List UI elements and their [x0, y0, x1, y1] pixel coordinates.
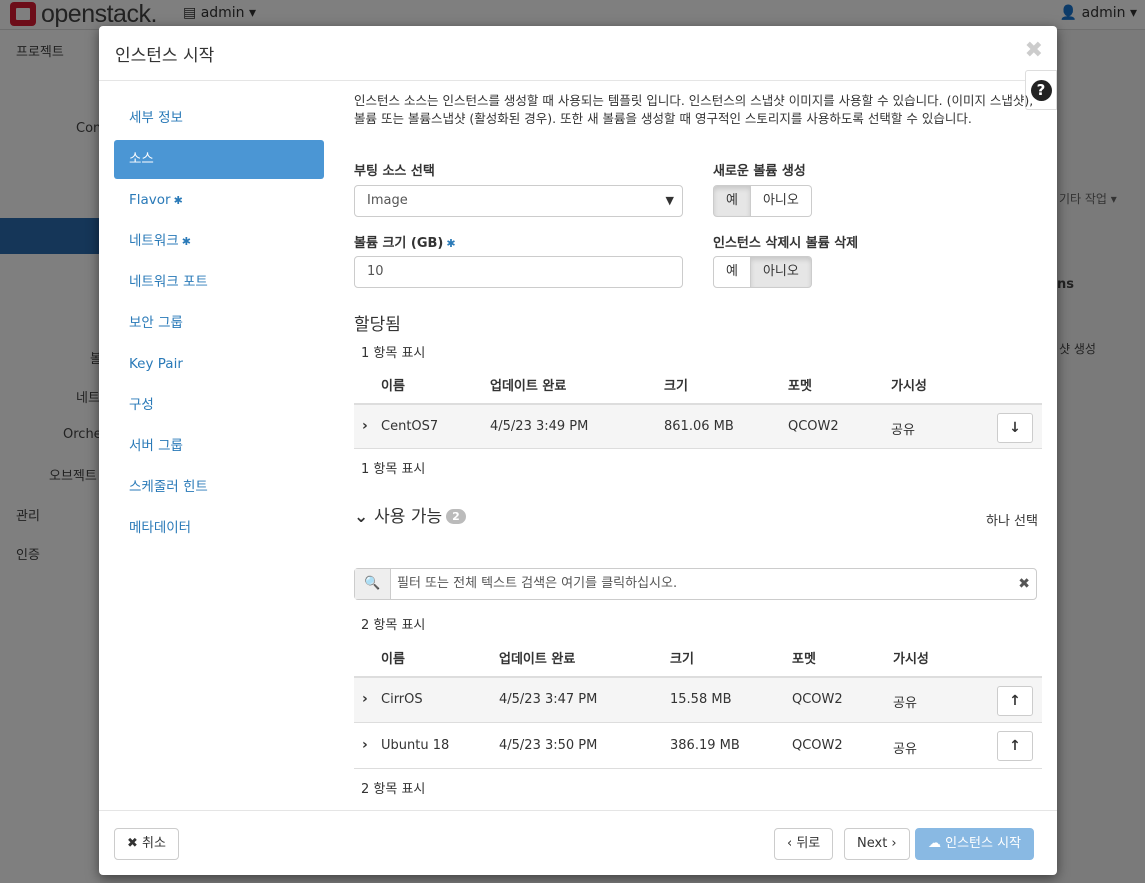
delete-volume-label: 인스턴스 삭제시 볼륨 삭제: [713, 236, 859, 251]
volume-size-input[interactable]: 10: [354, 256, 683, 288]
nav-item-networks[interactable]: 네트워크 ✱: [114, 221, 324, 262]
chevron-right-icon[interactable]: ›: [362, 737, 368, 753]
col-visibility[interactable]: 가시성: [893, 648, 929, 667]
nav-item-network-ports[interactable]: 네트워크 포트: [114, 262, 324, 303]
arrow-down-icon: ↓: [1009, 420, 1021, 436]
nav-item-source[interactable]: 소스: [114, 140, 324, 179]
new-volume-label: 새로운 볼륨 생성: [713, 164, 806, 179]
col-size[interactable]: 크기: [664, 375, 688, 394]
table-row: › Ubuntu 18 4/5/23 3:50 PM 386.19 MB QCO…: [354, 722, 1042, 769]
nav-item-metadata[interactable]: 메타데이터: [114, 508, 324, 549]
arrow-up-icon: ↑: [1009, 693, 1021, 709]
launch-instance-button[interactable]: ☁ 인스턴스 시작: [915, 828, 1035, 860]
volume-size-label: 볼륨 크기 (GB) ✱: [354, 236, 456, 251]
available-title[interactable]: ⌄ 사용 가능 2: [354, 502, 466, 527]
filter-input[interactable]: 필터 또는 전체 텍스트 검색은 여기를 클릭하십시오.: [397, 569, 677, 599]
chevron-down-icon: ▼: [665, 194, 674, 207]
chevron-right-icon[interactable]: ›: [362, 691, 368, 707]
chevron-right-icon[interactable]: ›: [362, 418, 368, 434]
nav-item-scheduler-hints[interactable]: 스케줄러 힌트: [114, 467, 324, 508]
search-icon: 🔍: [355, 569, 391, 599]
clear-icon[interactable]: ✖: [1018, 569, 1030, 599]
available-count-badge: 2: [446, 509, 466, 524]
table-row: › CentOS7 4/5/23 3:49 PM 861.06 MB QCOW2…: [354, 403, 1042, 449]
allocated-title: 할당됨: [354, 315, 401, 335]
required-icon: ✱: [446, 237, 456, 250]
table-row: › CirrOS 4/5/23 3:47 PM 15.58 MB QCOW2 공…: [354, 676, 1042, 722]
nav-item-key-pair[interactable]: Key Pair: [114, 344, 324, 385]
launch-instance-modal: 인스턴스 시작 ✖ ? 세부 정보 소스 Flavor ✱ 네트워크 ✱ 네트워크 …: [99, 26, 1057, 875]
modal-footer: ✖ 취소 ‹ 뒤로 Next › ☁ 인스턴스 시작: [99, 810, 1057, 875]
col-visibility[interactable]: 가시성: [891, 375, 927, 394]
allocated-count-top: 1 항목 표시: [361, 346, 426, 361]
new-volume-no-button[interactable]: 아니오: [750, 185, 812, 217]
col-format[interactable]: 포멧: [792, 648, 816, 667]
col-size[interactable]: 크기: [670, 648, 694, 667]
delete-volume-yes-button[interactable]: 예: [713, 256, 751, 288]
required-icon: ✱: [181, 235, 191, 248]
delete-volume-no-button[interactable]: 아니오: [750, 256, 812, 288]
close-icon: ✖: [127, 836, 143, 851]
chevron-down-icon: ⌄: [354, 507, 375, 527]
col-updated[interactable]: 업데이트 완료: [499, 648, 575, 667]
select-one-hint: 하나 선택: [986, 514, 1038, 529]
filter-search[interactable]: 🔍 필터 또는 전체 텍스트 검색은 여기를 클릭하십시오. ✖: [354, 568, 1037, 600]
wizard-nav: 세부 정보 소스 Flavor ✱ 네트워크 ✱ 네트워크 포트 보안 그룹 Key…: [114, 98, 324, 549]
delete-volume-toggle: 예 아니오: [713, 256, 812, 288]
new-volume-toggle: 예 아니오: [713, 185, 812, 217]
deallocate-button[interactable]: ↓: [997, 413, 1033, 443]
boot-source-select[interactable]: Image ▼: [354, 185, 683, 217]
boot-source-label: 부팅 소스 선택: [354, 164, 435, 179]
new-volume-yes-button[interactable]: 예: [713, 185, 751, 217]
required-icon: ✱: [173, 194, 183, 207]
nav-item-configuration[interactable]: 구성: [114, 385, 324, 426]
modal-title: 인스턴스 시작: [115, 46, 215, 66]
back-button[interactable]: ‹ 뒤로: [774, 828, 834, 860]
available-count-bottom: 2 항목 표시: [361, 782, 426, 797]
col-name[interactable]: 이름: [381, 375, 405, 394]
allocate-button[interactable]: ↑: [997, 731, 1033, 761]
allocate-button[interactable]: ↑: [997, 686, 1033, 716]
arrow-up-icon: ↑: [1009, 738, 1021, 754]
close-icon[interactable]: ✖: [1025, 38, 1043, 63]
col-name[interactable]: 이름: [381, 648, 405, 667]
source-step-content: 인스턴스 소스는 인스턴스를 생성할 때 사용되는 템플릿 입니다. 인스턴스의…: [354, 92, 1042, 797]
cloud-upload-icon: ☁: [928, 836, 946, 851]
allocated-count-bottom: 1 항목 표시: [361, 462, 426, 477]
col-updated[interactable]: 업데이트 완료: [490, 375, 566, 394]
nav-item-security-groups[interactable]: 보안 그룹: [114, 303, 324, 344]
cancel-button[interactable]: ✖ 취소: [114, 828, 179, 860]
modal-header: 인스턴스 시작 ✖: [99, 26, 1057, 81]
col-format[interactable]: 포멧: [788, 375, 812, 394]
nav-item-server-groups[interactable]: 서버 그룹: [114, 426, 324, 467]
source-description: 인스턴스 소스는 인스턴스를 생성할 때 사용되는 템플릿 입니다. 인스턴스의…: [354, 93, 1034, 126]
nav-item-details[interactable]: 세부 정보: [114, 98, 324, 139]
next-button[interactable]: Next ›: [844, 828, 910, 860]
nav-item-flavor[interactable]: Flavor ✱: [114, 180, 324, 221]
available-count-top: 2 항목 표시: [361, 618, 426, 633]
